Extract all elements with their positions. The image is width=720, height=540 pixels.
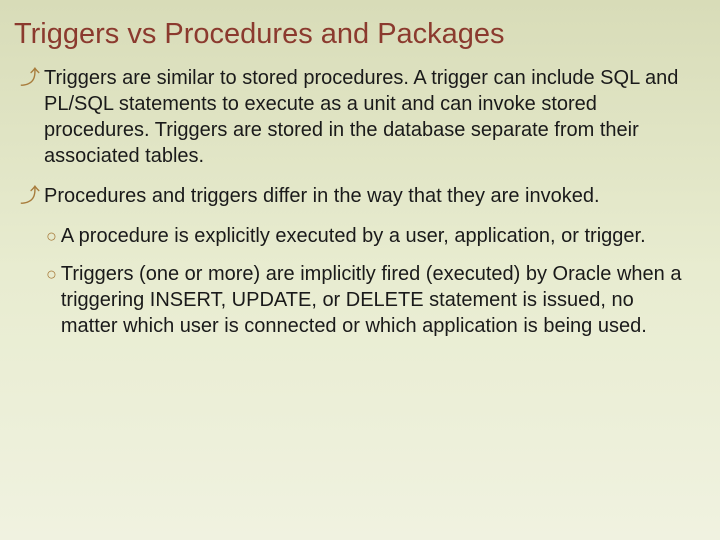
slide-title: Triggers vs Procedures and Packages	[0, 18, 720, 65]
bullet-icon: ⤴	[20, 183, 40, 209]
sub-text: Triggers (one or more) are implicitly fi…	[61, 261, 690, 339]
bullet-item: ⤴ Triggers are similar to stored procedu…	[20, 65, 690, 169]
slide-content: ⤴ Triggers are similar to stored procedu…	[0, 65, 720, 339]
sub-bullet-icon: ○	[46, 223, 57, 249]
sub-bullet-icon: ○	[46, 261, 57, 287]
bullet-icon: ⤴	[20, 65, 40, 91]
bullet-item: ⤴ Procedures and triggers differ in the …	[20, 183, 690, 209]
sub-item: ○ Triggers (one or more) are implicitly …	[46, 261, 690, 339]
sub-text: A procedure is explicitly executed by a …	[61, 223, 646, 249]
sub-item: ○ A procedure is explicitly executed by …	[46, 223, 690, 249]
bullet-text: Triggers are similar to stored procedure…	[44, 65, 690, 169]
sub-list: ○ A procedure is explicitly executed by …	[20, 223, 690, 339]
bullet-text: Procedures and triggers differ in the wa…	[44, 183, 600, 209]
